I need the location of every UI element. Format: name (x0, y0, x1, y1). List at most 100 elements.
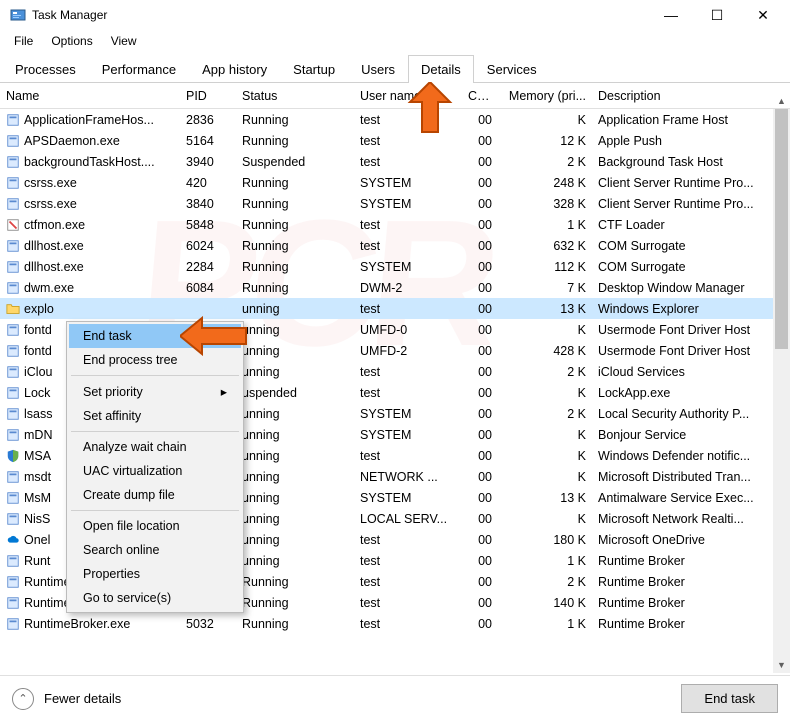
cell-user: test (354, 596, 462, 610)
table-row[interactable]: csrss.exe3840RunningSYSTEM00328 KClient … (0, 193, 790, 214)
context-menu-item-go-to-service-s-[interactable]: Go to service(s) (69, 586, 241, 610)
context-menu-item-create-dump-file[interactable]: Create dump file (69, 483, 241, 507)
header-name[interactable]: Name (0, 89, 180, 103)
cell-status: unning (236, 491, 354, 505)
scroll-thumb[interactable] (775, 109, 788, 349)
cell-description: Bonjour Service (592, 428, 790, 442)
cell-pid: 3840 (180, 197, 236, 211)
menu-file[interactable]: File (6, 32, 41, 50)
tab-users[interactable]: Users (348, 55, 408, 83)
cell-memory: 2 K (498, 155, 592, 169)
cell-status: uspended (236, 386, 354, 400)
table-row[interactable]: ctfmon.exe5848Runningtest001 KCTF Loader (0, 214, 790, 235)
header-pid[interactable]: PID (180, 89, 236, 103)
cell-memory: K (498, 449, 592, 463)
fewer-details-toggle[interactable]: ⌃ Fewer details (12, 688, 121, 710)
cell-cpu: 00 (462, 344, 498, 358)
fewer-details-label: Fewer details (44, 691, 121, 706)
cell-description: Application Frame Host (592, 113, 790, 127)
cell-memory: 180 K (498, 533, 592, 547)
menu-options[interactable]: Options (43, 32, 100, 50)
context-menu-item-open-file-location[interactable]: Open file location (69, 514, 241, 538)
minimize-button[interactable]: — (648, 0, 694, 30)
table-row[interactable]: dllhost.exe2284RunningSYSTEM00112 KCOM S… (0, 256, 790, 277)
maximize-button[interactable]: ☐ (694, 0, 740, 30)
cell-memory: 248 K (498, 176, 592, 190)
cell-status: Running (236, 113, 354, 127)
chevron-up-icon: ⌃ (12, 688, 34, 710)
cell-status: Running (236, 239, 354, 253)
context-menu-separator (71, 375, 239, 376)
table-row[interactable]: explounningtest0013 KWindows Explorer (0, 298, 790, 319)
context-menu-item-end-process-tree[interactable]: End process tree (69, 348, 241, 372)
context-menu-item-set-affinity[interactable]: Set affinity (69, 404, 241, 428)
cell-status: unning (236, 428, 354, 442)
cell-user: SYSTEM (354, 428, 462, 442)
header-memory[interactable]: Memory (pri... (498, 89, 592, 103)
close-button[interactable]: ✕ (740, 0, 786, 30)
cell-memory: K (498, 323, 592, 337)
scroll-down-icon[interactable]: ▼ (773, 656, 790, 673)
cell-description: Windows Explorer (592, 302, 790, 316)
cell-name: dllhost.exe (0, 260, 180, 274)
cell-name: dllhost.exe (0, 239, 180, 253)
cell-status: Running (236, 134, 354, 148)
cell-description: Background Task Host (592, 155, 790, 169)
cell-description: Apple Push (592, 134, 790, 148)
cell-user: test (354, 575, 462, 589)
end-task-button[interactable]: End task (681, 684, 778, 713)
cell-description: Antimalware Service Exec... (592, 491, 790, 505)
cell-cpu: 00 (462, 218, 498, 232)
cell-user: SYSTEM (354, 197, 462, 211)
table-row[interactable]: dwm.exe6084RunningDWM-2007 KDesktop Wind… (0, 277, 790, 298)
table-row[interactable]: ApplicationFrameHos...2836Runningtest00K… (0, 109, 790, 130)
cell-user: NETWORK ... (354, 470, 462, 484)
cell-description: LockApp.exe (592, 386, 790, 400)
cell-name: ctfmon.exe (0, 218, 180, 232)
cell-pid: 6024 (180, 239, 236, 253)
context-menu-item-set-priority[interactable]: Set priority▸ (69, 379, 241, 404)
submenu-arrow-icon: ▸ (221, 384, 227, 399)
cell-status: Suspended (236, 155, 354, 169)
context-menu-item-properties[interactable]: Properties (69, 562, 241, 586)
column-headers: Name PID Status User name CPU Memory (pr… (0, 83, 790, 109)
cell-status: unning (236, 344, 354, 358)
tab-app-history[interactable]: App history (189, 55, 280, 83)
table-row[interactable]: csrss.exe420RunningSYSTEM00248 KClient S… (0, 172, 790, 193)
vertical-scrollbar[interactable]: ▲ ▼ (773, 109, 790, 673)
context-menu-item-uac-virtualization[interactable]: UAC virtualization (69, 459, 241, 483)
header-status[interactable]: Status (236, 89, 354, 103)
cell-cpu: 00 (462, 197, 498, 211)
scroll-up-icon[interactable]: ▲ (773, 92, 790, 109)
cell-description: Runtime Broker (592, 596, 790, 610)
table-row[interactable]: APSDaemon.exe5164Runningtest0012 KApple … (0, 130, 790, 151)
cell-pid: 3940 (180, 155, 236, 169)
cell-pid: 2836 (180, 113, 236, 127)
cell-memory: K (498, 512, 592, 526)
cell-cpu: 00 (462, 470, 498, 484)
cell-memory: 13 K (498, 491, 592, 505)
context-menu-separator (71, 510, 239, 511)
tab-performance[interactable]: Performance (89, 55, 189, 83)
cell-name: csrss.exe (0, 176, 180, 190)
context-menu-item-analyze-wait-chain[interactable]: Analyze wait chain (69, 435, 241, 459)
table-row[interactable]: dllhost.exe6024Runningtest00632 KCOM Sur… (0, 235, 790, 256)
context-menu-item-search-online[interactable]: Search online (69, 538, 241, 562)
menu-view[interactable]: View (103, 32, 145, 50)
context-menu-item-end-task[interactable]: End task (69, 324, 241, 348)
tab-details[interactable]: Details (408, 55, 474, 83)
header-description[interactable]: Description (592, 89, 790, 103)
tab-services[interactable]: Services (474, 55, 550, 83)
tab-processes[interactable]: Processes (2, 55, 89, 83)
cell-description: CTF Loader (592, 218, 790, 232)
cell-user: test (354, 134, 462, 148)
header-cpu[interactable]: CPU (462, 89, 498, 103)
table-row[interactable]: RuntimeBroker.exe5032Runningtest001 KRun… (0, 613, 790, 634)
tab-startup[interactable]: Startup (280, 55, 348, 83)
cell-status: unning (236, 449, 354, 463)
cell-memory: 2 K (498, 407, 592, 421)
cell-pid: 420 (180, 176, 236, 190)
header-user[interactable]: User name (354, 89, 462, 103)
cell-user: test (354, 386, 462, 400)
table-row[interactable]: backgroundTaskHost....3940Suspendedtest0… (0, 151, 790, 172)
